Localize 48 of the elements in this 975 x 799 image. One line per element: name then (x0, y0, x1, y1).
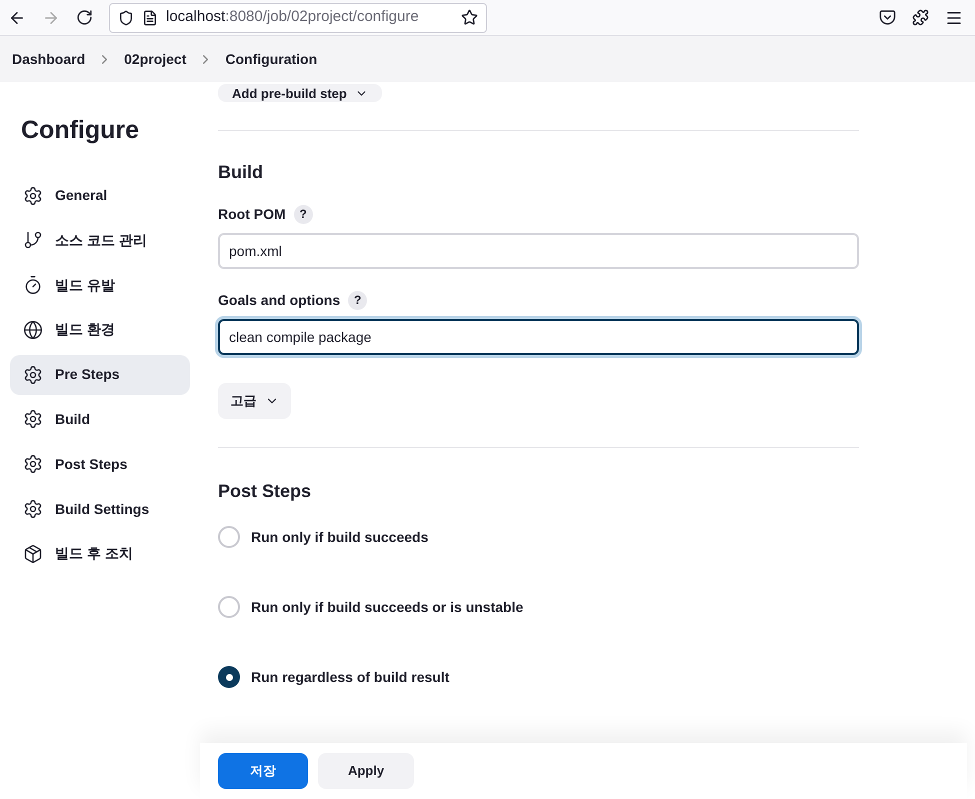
gear-icon (23, 454, 43, 474)
globe-icon (23, 320, 43, 340)
apply-button[interactable]: Apply (318, 753, 414, 789)
package-icon (23, 544, 43, 564)
shield-icon (118, 10, 134, 26)
sidebar-item[interactable]: Build (10, 399, 190, 440)
page-title: Configure (20, 115, 140, 146)
text-field[interactable]: pom.xml (218, 233, 859, 269)
radio-option[interactable]: Run only if build succeeds (218, 526, 859, 548)
gear-icon (23, 186, 43, 206)
timer-icon (23, 275, 43, 296)
address-bar[interactable]: localhost:8080/job/02project/configure (109, 2, 487, 32)
advanced-button[interactable]: 고급 (218, 383, 291, 419)
radio-button[interactable] (218, 526, 240, 548)
sidebar-item[interactable]: Build Settings (10, 489, 190, 530)
sidebar-item[interactable]: 빌드 후 조치 (10, 534, 190, 574)
add-pre-build-step-button[interactable]: Add pre-build step (218, 84, 382, 102)
help-button[interactable]: ? (294, 204, 313, 224)
field-label: Root POM (218, 204, 286, 224)
sidebar-item[interactable]: Post Steps (10, 444, 190, 484)
sidebar-item[interactable]: Pre Steps (10, 354, 190, 395)
radio-option[interactable]: Run only if build succeeds or is unstable (218, 596, 859, 618)
sidebar-item[interactable]: General (10, 176, 190, 216)
help-button[interactable]: ? (348, 290, 368, 310)
gear-icon (23, 409, 43, 430)
breadcrumb-link[interactable]: 02project (124, 48, 186, 70)
section-heading: Post Steps (218, 480, 312, 502)
pocket-icon[interactable] (879, 9, 896, 26)
breadcrumb-link[interactable]: Configuration (225, 48, 318, 70)
extensions-icon[interactable] (912, 9, 929, 26)
gear-icon (23, 499, 43, 520)
branch-icon (23, 230, 43, 250)
gear-icon (23, 364, 43, 385)
text-field[interactable]: clean compile package (218, 319, 859, 355)
sidebar-item[interactable]: 빌드 환경 (10, 310, 190, 350)
bookmark-star-icon[interactable] (461, 9, 478, 26)
url-text: localhost:8080/job/02project/configure (166, 7, 420, 28)
field-label: Goals and options (218, 290, 340, 310)
radio-button[interactable] (218, 596, 240, 618)
page-icon (142, 10, 158, 26)
sidebar-item[interactable]: 빌드 유발 (10, 265, 190, 306)
radio-option[interactable]: Run regardless of build result (218, 666, 859, 688)
sidebar-item[interactable]: 소스 코드 관리 (10, 220, 190, 260)
save-button[interactable]: 저장 (218, 753, 308, 789)
reload-icon[interactable] (76, 9, 93, 26)
breadcrumb-link[interactable]: Dashboard (12, 48, 86, 70)
section-heading: Build (218, 161, 264, 183)
radio-button[interactable] (218, 666, 240, 688)
